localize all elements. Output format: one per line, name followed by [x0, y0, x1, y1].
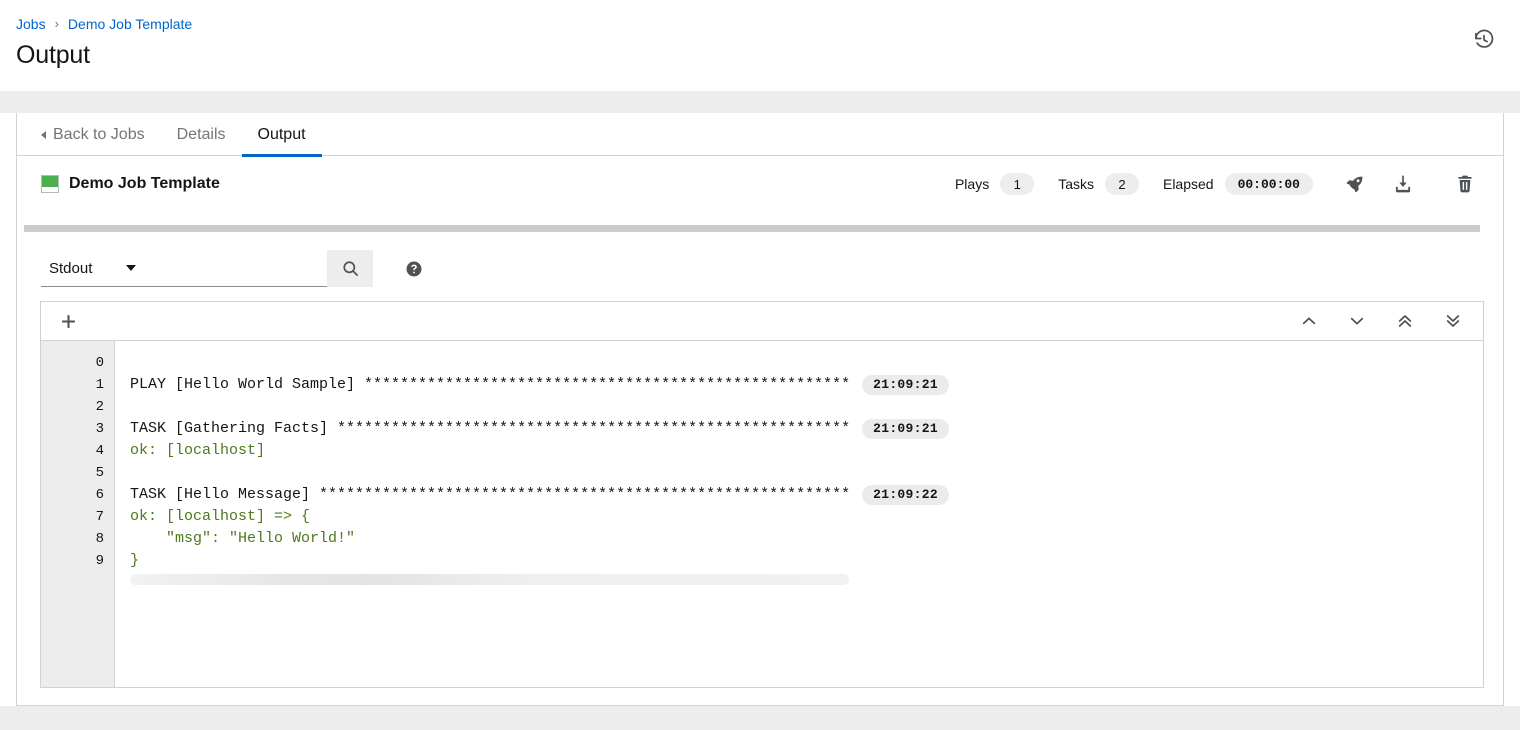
stat-tasks-label: Tasks	[1058, 176, 1094, 192]
stat-plays-label: Plays	[955, 176, 989, 192]
breadcrumb: Jobs › Demo Job Template	[16, 14, 1496, 34]
tab-output-label: Output	[258, 126, 306, 144]
header-divider-band	[0, 91, 1520, 113]
trash-icon[interactable]	[1449, 168, 1481, 200]
breadcrumb-item-demo-job-template[interactable]: Demo Job Template	[68, 16, 192, 32]
tab-back-to-jobs[interactable]: Back to Jobs	[25, 113, 161, 156]
tab-output[interactable]: Output	[242, 113, 322, 156]
expand-all-button[interactable]	[53, 306, 83, 336]
output-text-area[interactable]: PLAY [Hello World Sample] **************…	[115, 341, 1483, 687]
stat-plays: Plays 1	[955, 173, 1034, 195]
chevron-up-icon[interactable]	[1289, 306, 1329, 336]
tab-details[interactable]: Details	[161, 113, 242, 156]
output-line: }	[130, 550, 1483, 572]
output-line-text: PLAY [Hello World Sample] **************…	[130, 374, 850, 396]
output-line	[130, 396, 1483, 418]
breadcrumb-item-jobs[interactable]: Jobs	[16, 16, 46, 32]
line-number-gutter: 0 1 2 3 4 5 6 7 8 9	[41, 341, 115, 687]
output-toolbar-right	[1289, 306, 1473, 336]
output-line	[130, 352, 1483, 374]
output-line: ok: [localhost]	[130, 440, 1483, 462]
output-line: TASK [Hello Message] *******************…	[130, 484, 1483, 506]
tab-bar: Back to Jobs Details Output	[17, 113, 1503, 156]
line-number: 5	[41, 462, 114, 484]
output-type-select[interactable]: Stdout	[41, 250, 145, 287]
stat-elapsed-label: Elapsed	[1163, 176, 1214, 192]
page-title: Output	[16, 39, 1496, 71]
job-stats: Plays 1 Tasks 2 Elapsed 00:00:00	[955, 168, 1481, 200]
job-summary-header: Demo Job Template Plays 1 Tasks 2 Elapse…	[17, 156, 1503, 212]
job-status-square-icon	[41, 175, 59, 193]
footer-band	[0, 706, 1520, 730]
tab-back-to-jobs-label: Back to Jobs	[53, 126, 145, 144]
stat-elapsed-value: 00:00:00	[1225, 173, 1313, 195]
job-title: Demo Job Template	[69, 175, 220, 193]
double-chevron-down-icon[interactable]	[1433, 306, 1473, 336]
output-body[interactable]: 0 1 2 3 4 5 6 7 8 9 PLAY [Hello World Sa…	[40, 340, 1484, 688]
output-line-text: "msg": "Hello World!"	[130, 528, 355, 550]
rocket-icon[interactable]	[1339, 168, 1371, 200]
search-button[interactable]	[327, 250, 373, 287]
job-action-buttons	[1339, 168, 1481, 200]
output-line-text: TASK [Hello Message] *******************…	[130, 484, 850, 506]
output-line	[130, 462, 1483, 484]
breadcrumb-separator-icon: ›	[55, 17, 59, 30]
download-icon[interactable]	[1387, 168, 1419, 200]
output-toolbar-left	[53, 306, 83, 336]
job-title-group: Demo Job Template	[41, 175, 220, 193]
line-number: 4	[41, 440, 114, 462]
line-number: 1	[41, 374, 114, 396]
line-number: 9	[41, 550, 114, 572]
line-number: 3	[41, 418, 114, 440]
job-output-page: Jobs › Demo Job Template Output Back to …	[0, 0, 1520, 730]
line-number: 2	[41, 396, 114, 418]
line-number: 8	[41, 528, 114, 550]
chevron-down-icon	[126, 265, 136, 271]
stat-tasks-value: 2	[1105, 173, 1139, 195]
history-icon[interactable]	[1470, 26, 1498, 54]
output-line-text: ok: [localhost] => {	[130, 506, 310, 528]
horizontal-scrollbar[interactable]	[130, 574, 849, 585]
help-icon[interactable]	[405, 260, 423, 278]
output-line-timestamp: 21:09:21	[862, 419, 949, 439]
stat-tasks: Tasks 2	[1058, 173, 1139, 195]
line-number: 7	[41, 506, 114, 528]
caret-left-icon	[41, 131, 46, 139]
output-line-timestamp: 21:09:22	[862, 485, 949, 505]
stat-elapsed: Elapsed 00:00:00	[1163, 173, 1313, 195]
double-chevron-up-icon[interactable]	[1385, 306, 1425, 336]
output-type-select-value: Stdout	[49, 260, 92, 277]
output-line-text: ok: [localhost]	[130, 440, 265, 462]
output-line: TASK [Gathering Facts] *****************…	[130, 418, 1483, 440]
line-number: 6	[41, 484, 114, 506]
output-line-timestamp: 21:09:21	[862, 375, 949, 395]
output-line: ok: [localhost] => {	[130, 506, 1483, 528]
output-line: PLAY [Hello World Sample] **************…	[130, 374, 1483, 396]
output-line-text: }	[130, 550, 139, 572]
line-number: 0	[41, 352, 114, 374]
output-line: "msg": "Hello World!"	[130, 528, 1483, 550]
chevron-down-icon[interactable]	[1337, 306, 1377, 336]
output-toolbar	[40, 301, 1484, 340]
tab-details-label: Details	[177, 126, 226, 144]
search-input[interactable]	[145, 250, 327, 287]
output-search-row: Stdout	[41, 250, 423, 287]
page-header: Jobs › Demo Job Template Output	[0, 0, 1520, 91]
stat-plays-value: 1	[1000, 173, 1034, 195]
job-progress-bar	[24, 225, 1480, 232]
output-line-text: TASK [Gathering Facts] *****************…	[130, 418, 850, 440]
